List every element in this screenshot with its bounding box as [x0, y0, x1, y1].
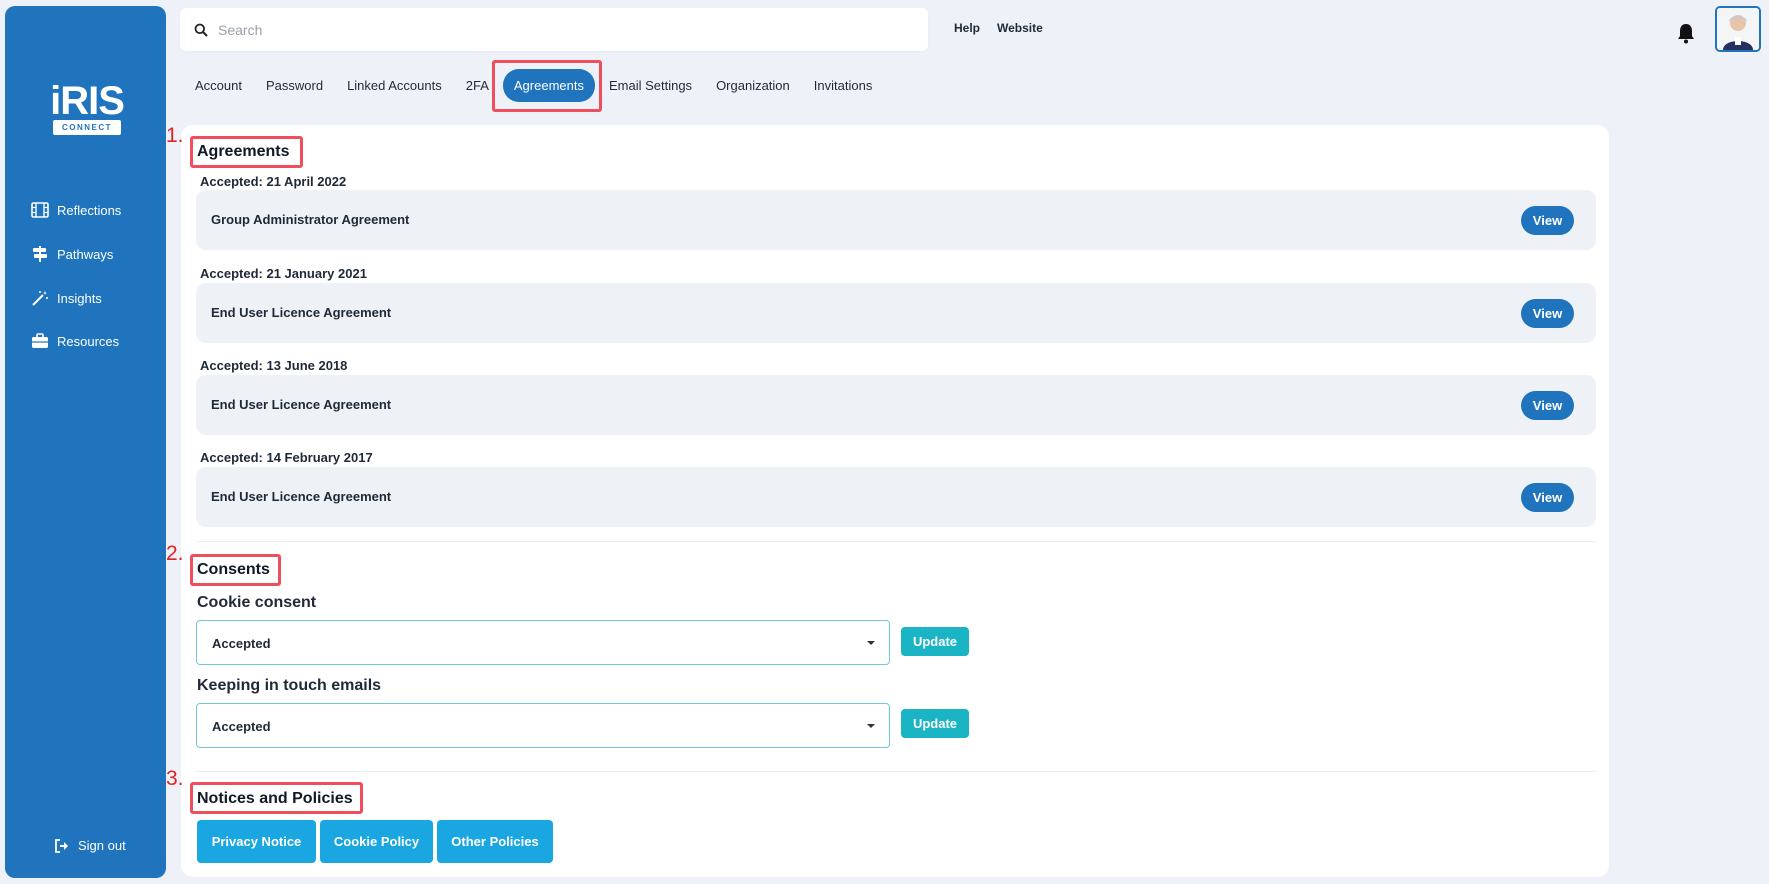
agreement-row: End User Licence Agreement View [196, 467, 1596, 527]
cookie-consent-select[interactable]: Accepted [196, 620, 890, 665]
select-value: Accepted [212, 719, 271, 734]
section-divider [196, 771, 1596, 772]
annotation-number: 3. [166, 767, 184, 790]
other-policies-button[interactable]: Other Policies [437, 820, 553, 863]
sidebar-item-pathways[interactable]: Pathways [31, 242, 113, 266]
cookie-policy-button[interactable]: Cookie Policy [320, 820, 433, 863]
briefcase-icon [32, 333, 48, 348]
sidebar-item-insights[interactable]: Insights [31, 286, 102, 310]
update-button[interactable]: Update [901, 627, 969, 656]
agreement-row: End User Licence Agreement View [196, 375, 1596, 435]
caret-down-icon [867, 641, 875, 645]
select-value: Accepted [212, 636, 271, 651]
sidebar: iRIS CONNECT Reflections Pathways Insigh… [5, 6, 166, 878]
active-tab-highlight [492, 60, 602, 112]
keeping-in-touch-label: Keeping in touch emails [197, 677, 382, 694]
sidebar-item-label: Pathways [57, 246, 114, 262]
caret-down-icon [867, 724, 875, 728]
search-icon [194, 23, 208, 37]
film-icon [31, 202, 49, 218]
sign-out-button[interactable]: Sign out [54, 838, 126, 853]
view-button[interactable]: View [1521, 483, 1574, 512]
sign-out-label: Sign out [78, 838, 126, 853]
logo[interactable]: iRIS CONNECT [47, 79, 127, 137]
sidebar-item-label: Reflections [57, 202, 122, 218]
user-avatar-image [1717, 8, 1759, 50]
section-divider [196, 541, 1596, 542]
tab-organization[interactable]: Organization [704, 70, 802, 101]
agreement-name: Group Administrator Agreement [211, 212, 410, 227]
agreement-name: End User Licence Agreement [211, 305, 392, 320]
accepted-date: Accepted: 21 January 2021 [200, 266, 367, 281]
search-bar[interactable] [180, 8, 928, 51]
annotation-number: 1. [166, 124, 184, 147]
tab-email-settings[interactable]: Email Settings [597, 70, 704, 101]
agreement-name: End User Licence Agreement [211, 489, 392, 504]
tab-password[interactable]: Password [254, 70, 335, 101]
cookie-consent-label: Cookie consent [197, 594, 317, 611]
bell-icon[interactable] [1676, 22, 1696, 44]
notices-title: Notices and Policies [197, 790, 353, 807]
sign-out-icon [55, 838, 68, 853]
accepted-date: Accepted: 14 February 2017 [200, 450, 373, 465]
agreement-name: End User Licence Agreement [211, 397, 392, 412]
accepted-date: Accepted: 21 April 2022 [200, 174, 347, 189]
consents-title: Consents [197, 561, 270, 578]
website-link[interactable]: Website [997, 21, 1043, 35]
annotation-number: 2. [166, 542, 184, 565]
logo-tag: CONNECT [53, 120, 121, 135]
search-input[interactable] [218, 21, 898, 38]
agreements-title: Agreements [197, 143, 290, 160]
sidebar-item-label: Insights [57, 290, 102, 306]
update-button[interactable]: Update [901, 709, 969, 738]
privacy-notice-button[interactable]: Privacy Notice [197, 820, 316, 863]
sidebar-item-resources[interactable]: Resources [31, 329, 119, 353]
logo-word: iRIS [50, 79, 125, 123]
view-button[interactable]: View [1521, 391, 1574, 420]
view-button[interactable]: View [1521, 299, 1574, 328]
magic-wand-icon [32, 291, 48, 306]
help-link[interactable]: Help [954, 21, 980, 35]
signpost-icon [33, 246, 47, 262]
sidebar-item-label: Resources [57, 333, 120, 349]
agreement-row: Group Administrator Agreement View [196, 190, 1596, 250]
tab-account[interactable]: Account [183, 70, 254, 101]
keeping-in-touch-select[interactable]: Accepted [196, 703, 890, 748]
tab-linked-accounts[interactable]: Linked Accounts [335, 70, 454, 101]
accepted-date: Accepted: 13 June 2018 [200, 358, 348, 373]
sidebar-item-reflections[interactable]: Reflections [31, 198, 121, 222]
tab-invitations[interactable]: Invitations [802, 70, 885, 101]
view-button[interactable]: View [1521, 206, 1574, 235]
agreement-row: End User Licence Agreement View [196, 283, 1596, 343]
avatar[interactable] [1715, 6, 1761, 52]
